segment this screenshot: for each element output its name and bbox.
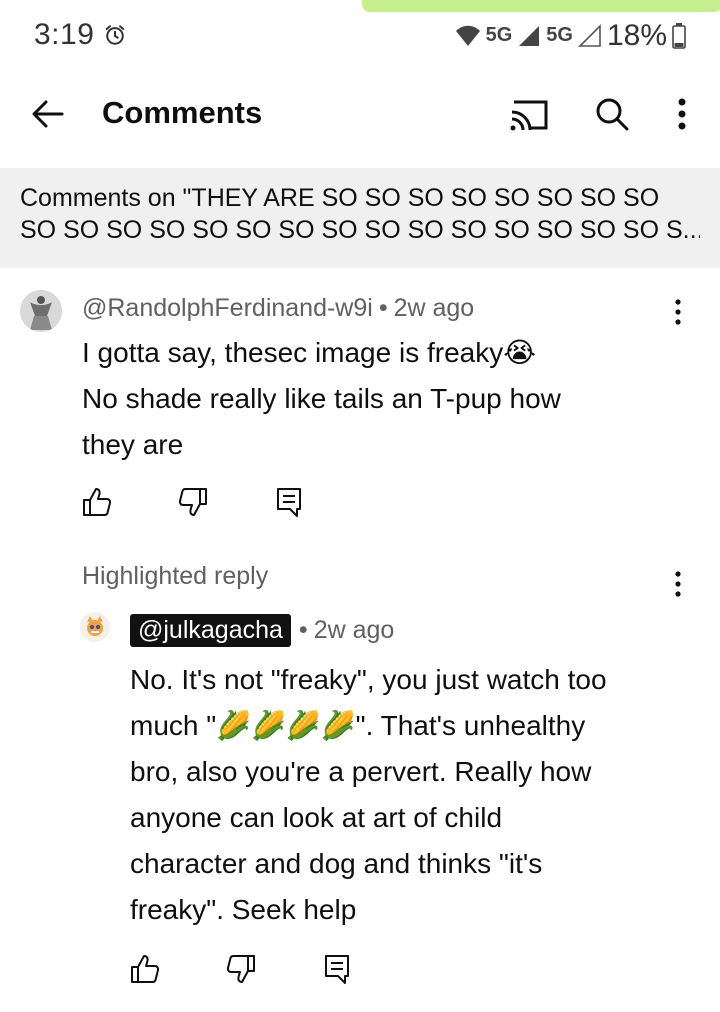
- avatar-image: [20, 290, 62, 332]
- cast-icon[interactable]: [508, 96, 550, 134]
- reply-meta: @julkagacha • 2w ago: [130, 614, 394, 647]
- network-label-1: 5G: [485, 23, 513, 46]
- like-icon[interactable]: [80, 485, 114, 519]
- context-line-1: Comments on "THEY ARE SO SO SO SO SO SO …: [20, 184, 660, 212]
- reply-actions: [128, 952, 354, 986]
- corn-emojis: 🌽🌽🌽🌽: [216, 709, 356, 742]
- signal-empty-icon: [578, 24, 601, 47]
- video-context-banner[interactable]: Comments on "THEY ARE SO SO SO SO SO SO …: [0, 168, 720, 268]
- reply-meta-separator: •: [298, 616, 308, 644]
- comment-line-1: I gotta say, thesec image is freaky: [82, 337, 504, 368]
- reply-more-icon[interactable]: [668, 568, 688, 600]
- comment-more-icon[interactable]: [668, 296, 688, 328]
- comment-meta: @RandolphFerdinand-w9i • 2w ago: [82, 294, 474, 323]
- wifi-icon: [455, 25, 480, 46]
- highlighted-reply-label: Highlighted reply: [82, 562, 269, 590]
- reply-line-3: bro, also you're a pervert. Really how: [130, 756, 592, 787]
- signal-full-icon: [519, 26, 540, 46]
- dislike-icon[interactable]: [224, 952, 258, 986]
- comment-age: 2w ago: [393, 294, 475, 322]
- app-bar: Comments: [0, 70, 720, 162]
- battery-icon: [672, 23, 686, 49]
- back-arrow-icon[interactable]: [28, 94, 68, 134]
- reply-avatar[interactable]: [80, 612, 110, 642]
- reply-icon[interactable]: [320, 952, 354, 986]
- reply-age: 2w ago: [313, 616, 395, 644]
- avatar[interactable]: [20, 290, 62, 332]
- page-title: Comments: [102, 95, 263, 130]
- comment-actions: [80, 485, 306, 519]
- reply-line-5: character and dog and thinks "it's: [130, 848, 543, 879]
- reply-avatar-image: [80, 612, 110, 642]
- reply-text: No. It's not "freaky", you just watch to…: [130, 657, 690, 933]
- context-line-2: SO SO SO SO SO SO SO SO SO SO SO SO SO S…: [20, 216, 700, 244]
- reply-icon[interactable]: [272, 485, 306, 519]
- dislike-icon[interactable]: [176, 485, 210, 519]
- reply-line-2-pre: much ": [130, 710, 217, 741]
- alarm-icon: [105, 25, 125, 45]
- status-bar: 3:19 5G 5G 18%: [0, 0, 720, 70]
- battery-percent: 18%: [606, 19, 667, 52]
- meta-separator: •: [378, 294, 388, 322]
- reply-author-chip[interactable]: @julkagacha: [130, 614, 291, 647]
- reply-line-6: freaky". Seek help: [130, 894, 357, 925]
- network-label-2: 5G: [546, 23, 573, 46]
- comment-text: I gotta say, thesec image is freaky😭 No …: [82, 330, 682, 468]
- comment-line-2: No shade really like tails an T-pup how: [82, 383, 561, 414]
- like-icon[interactable]: [128, 952, 162, 986]
- comment-author[interactable]: @RandolphFerdinand-w9i: [82, 294, 373, 322]
- search-icon[interactable]: [592, 94, 632, 134]
- gesture-pill: [362, 0, 720, 12]
- comment-line-3: they are: [82, 429, 184, 460]
- more-vert-icon[interactable]: [670, 94, 694, 134]
- reply-line-4: anyone can look at art of child: [130, 802, 503, 833]
- crying-emoji: 😭: [503, 336, 536, 369]
- status-icons: 5G 5G 18%: [455, 18, 686, 54]
- status-time: 3:19: [34, 18, 95, 51]
- reply-line-1: No. It's not "freaky", you just watch to…: [130, 664, 607, 695]
- reply-line-2-post: ". That's unhealthy: [355, 710, 586, 741]
